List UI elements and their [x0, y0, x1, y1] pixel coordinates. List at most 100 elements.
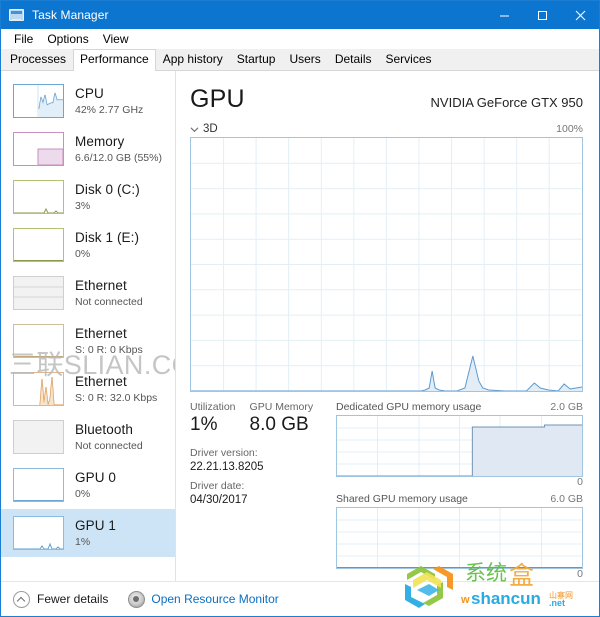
menu-item-options[interactable]: Options [40, 30, 95, 48]
menu-item-view[interactable]: View [96, 30, 136, 48]
stat-utilization: Utilization 1% [190, 401, 236, 436]
shared-gpu-memory-block: Shared GPU memory usage 6.0 GB 0 [336, 493, 583, 580]
open-resource-monitor-link[interactable]: Open Resource Monitor [128, 590, 279, 608]
sidebar-item-label: Disk 0 (C:) [75, 182, 140, 198]
tab-strip: Processes Performance App history Startu… [1, 49, 599, 71]
minimize-icon [499, 15, 509, 16]
stat-label: GPU Memory [249, 401, 314, 413]
sidebar-item-memory[interactable]: Memory 6.6/12.0 GB (55%) [1, 125, 175, 173]
sidebar-item-label: Ethernet [75, 326, 127, 342]
maximize-button[interactable] [523, 1, 561, 29]
gpu-3d-utilization-chart [190, 137, 583, 392]
shared-gpu-memory-plot [337, 508, 582, 568]
sidebar-item-ethernet-disconnected[interactable]: Ethernet Not connected [1, 269, 175, 317]
close-icon [575, 10, 585, 20]
chart-title: Shared GPU memory usage [336, 493, 468, 505]
sidebar-item-sublabel: Not connected [75, 295, 143, 308]
page-title: GPU [190, 85, 245, 113]
shared-memory-header: Shared GPU memory usage 6.0 GB [336, 493, 583, 505]
tab-services[interactable]: Services [378, 49, 439, 70]
sidebar-item-sublabel: S: 0 R: 0 Kbps [75, 343, 143, 356]
dedicated-gpu-memory-plot [337, 416, 582, 476]
sidebar-item-sublabel: 3% [75, 199, 91, 212]
shared-memory-min-label: 0 [577, 568, 583, 580]
content-area: CPU 42% 2.77 GHz Memory 6.6/12.0 GB (55%… [1, 71, 599, 616]
sidebar-item-cpu[interactable]: CPU 42% 2.77 GHz [1, 77, 175, 125]
tab-app-history[interactable]: App history [155, 49, 230, 70]
maximize-icon [537, 10, 547, 20]
fewer-details-label: Fewer details [37, 592, 109, 606]
gpu-header: GPU NVIDIA GeForce GTX 950 [190, 85, 583, 114]
sidebar-item-sublabel: S: 0 R: 32.0 Kbps [75, 391, 158, 404]
open-resource-monitor-label: Open Resource Monitor [151, 592, 279, 606]
sidebar-item-sublabel: 0% [75, 247, 91, 260]
driver-date-label: Driver date: [190, 479, 245, 492]
stat-gpu-memory: GPU Memory 8.0 GB [250, 401, 314, 436]
sidebar-item-label: CPU [75, 86, 104, 102]
engine-selector[interactable]: 3D [190, 123, 218, 135]
menu-bar: File Options View [1, 29, 599, 49]
footer-bar: Fewer details Open Resource Monitor [1, 581, 599, 616]
sidebar-item-label: Ethernet [75, 374, 127, 390]
chart-max-label: 100% [556, 123, 583, 135]
dedicated-memory-min-label: 0 [577, 476, 583, 488]
ethernet-idle-thumbnail-graph [13, 324, 64, 358]
stat-value: 1% [190, 414, 218, 435]
bluetooth-thumbnail-graph [13, 420, 64, 454]
gpu-detail-panel: GPU NVIDIA GeForce GTX 950 3D 100% Utili… [176, 71, 599, 616]
sidebar-item-sublabel: 1% [75, 535, 91, 548]
sidebar-item-label: GPU 0 [75, 470, 117, 486]
chevron-down-icon [190, 126, 199, 132]
tab-startup[interactable]: Startup [229, 49, 283, 70]
minimize-button[interactable] [485, 1, 523, 29]
sidebar-item-ethernet-idle[interactable]: Ethernet S: 0 R: 0 Kbps [1, 317, 175, 365]
sidebar-item-ethernet-active[interactable]: Ethernet S: 0 R: 32.0 Kbps [1, 365, 175, 413]
dedicated-gpu-memory-block: Dedicated GPU memory usage 2.0 GB 0 [336, 401, 583, 488]
window-controls [485, 1, 599, 29]
tab-details[interactable]: Details [327, 49, 379, 70]
close-button[interactable] [561, 1, 599, 29]
stat-label: Utilization [190, 401, 236, 413]
gpu-memory-charts: Dedicated GPU memory usage 2.0 GB 0 Shar… [330, 401, 583, 585]
disk0-thumbnail-graph [13, 180, 64, 214]
sidebar-item-sublabel: 6.6/12.0 GB (55%) [75, 151, 162, 164]
sidebar-item-gpu-0[interactable]: GPU 0 0% [1, 461, 175, 509]
window-title: Task Manager [32, 8, 109, 22]
ethernet-disconnected-thumbnail-graph [13, 276, 64, 310]
memory-thumbnail-graph [13, 132, 64, 166]
sidebar-item-sublabel: Not connected [75, 439, 143, 452]
sidebar-item-sublabel: 42% 2.77 GHz [75, 103, 144, 116]
sidebar-item-label: Disk 1 (E:) [75, 230, 140, 246]
gpu0-thumbnail-graph [13, 468, 64, 502]
chart-title: Dedicated GPU memory usage [336, 401, 482, 413]
sidebar-item-label: Ethernet [75, 278, 127, 294]
resource-sidebar: CPU 42% 2.77 GHz Memory 6.6/12.0 GB (55%… [1, 71, 176, 616]
stat-value: 8.0 GB [249, 414, 309, 435]
sidebar-item-gpu-1[interactable]: GPU 1 1% [1, 509, 175, 557]
gpu-lower-section: Utilization 1% GPU Memory 8.0 GB Driver … [190, 401, 583, 585]
tab-users[interactable]: Users [282, 49, 328, 70]
sidebar-item-label: Bluetooth [75, 422, 133, 438]
sidebar-item-disk-0[interactable]: Disk 0 (C:) 3% [1, 173, 175, 221]
tab-performance[interactable]: Performance [73, 49, 156, 71]
sidebar-item-bluetooth[interactable]: Bluetooth Not connected [1, 413, 175, 461]
driver-info: Driver version: 22.21.13.8205 Driver dat… [190, 447, 330, 506]
fewer-details-button[interactable]: Fewer details [13, 590, 109, 608]
chevron-up-circle-icon [13, 590, 30, 608]
gpu-stats: Utilization 1% GPU Memory 8.0 GB Driver … [190, 401, 330, 585]
driver-version-value: 22.21.13.8205 [190, 460, 264, 473]
sidebar-item-label: Memory [75, 134, 125, 150]
menu-item-file[interactable]: File [7, 30, 40, 48]
cpu-thumbnail-graph [13, 84, 64, 118]
gpu1-thumbnail-graph [13, 516, 64, 550]
shared-gpu-memory-chart [336, 507, 583, 569]
driver-date-value: 04/30/2017 [190, 493, 248, 506]
driver-version-label: Driver version: [190, 446, 258, 459]
sidebar-item-disk-1[interactable]: Disk 1 (E:) 0% [1, 221, 175, 269]
engine-row: 3D 100% [190, 123, 583, 135]
sidebar-item-sublabel: 0% [75, 487, 91, 500]
disk1-thumbnail-graph [13, 228, 64, 262]
dedicated-gpu-memory-chart [336, 415, 583, 477]
ethernet-active-thumbnail-graph [13, 372, 64, 406]
tab-processes[interactable]: Processes [3, 49, 74, 70]
